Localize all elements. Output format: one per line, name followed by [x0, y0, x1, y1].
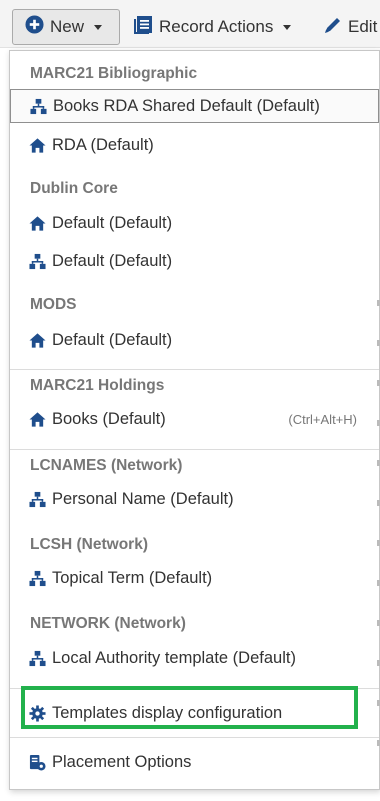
group-header-dublin-core: Dublin Core: [30, 180, 118, 197]
group-header-mods: MODS: [30, 296, 77, 313]
home-icon: [29, 411, 46, 427]
menu-item-label: Books (Default): [52, 409, 166, 428]
new-record-dropdown: MARC21 Bibliographic Books RDA Shared De…: [9, 50, 380, 790]
menu-item-dublin-core-default-network[interactable]: Default (Default): [10, 244, 379, 278]
menu-item-label: Books RDA Shared Default (Default): [53, 96, 320, 115]
menu-item-label: Personal Name (Default): [52, 489, 234, 508]
toolbar: New Record Actions Edit: [0, 0, 380, 48]
home-icon: [29, 332, 46, 348]
menu-item-label: RDA (Default): [52, 135, 154, 154]
home-icon: [29, 215, 46, 231]
record-actions-label: Record Actions: [159, 17, 274, 36]
placement-icon: [29, 754, 46, 771]
menu-item-books-rda-shared[interactable]: Books RDA Shared Default (Default): [10, 89, 379, 123]
group-header-marc21-bibliographic: MARC21 Bibliographic: [30, 65, 198, 82]
network-icon: [29, 650, 46, 666]
menu-item-books-holdings[interactable]: Books (Default) (Ctrl+Alt+H): [10, 402, 379, 436]
menu-item-rda[interactable]: RDA (Default): [10, 128, 379, 162]
gear-icon: [29, 704, 46, 722]
chevron-down-icon: [94, 24, 103, 30]
menu-item-dublin-core-default-home[interactable]: Default (Default): [10, 206, 379, 240]
group-header-network: NETWORK (Network): [30, 615, 186, 632]
menu-item-mods-default[interactable]: Default (Default): [10, 323, 379, 357]
menu-item-topical-term[interactable]: Topical Term (Default): [10, 561, 379, 595]
group-header-lcsh: LCSH (Network): [30, 536, 148, 553]
menu-item-local-authority-template[interactable]: Local Authority template (Default): [10, 641, 379, 675]
pencil-icon: [324, 16, 342, 39]
network-icon: [29, 253, 46, 269]
menu-item-label: Default (Default): [52, 330, 173, 349]
chevron-down-icon: [283, 24, 292, 30]
group-header-marc21-holdings: MARC21 Holdings: [30, 377, 165, 394]
network-icon: [29, 570, 46, 586]
plus-circle-icon: [25, 15, 44, 39]
records-icon: [133, 15, 153, 39]
edit-button-label: Edit: [348, 17, 378, 36]
placement-options-item[interactable]: Placement Options: [10, 745, 379, 779]
edit-button[interactable]: Edit: [324, 9, 377, 45]
menu-item-label: Placement Options: [52, 752, 192, 771]
keyboard-shortcut: (Ctrl+Alt+H): [288, 411, 357, 427]
network-icon: [29, 491, 46, 507]
menu-item-personal-name[interactable]: Personal Name (Default): [10, 482, 379, 516]
templates-display-configuration-item[interactable]: Templates display configuration: [10, 696, 379, 730]
network-icon: [30, 98, 47, 114]
record-actions-button[interactable]: Record Actions: [133, 9, 292, 45]
menu-item-label: Local Authority template (Default): [52, 648, 296, 667]
new-button-label: New: [50, 17, 85, 36]
group-header-lcnames: LCNAMES (Network): [30, 457, 183, 474]
menu-item-label: Default (Default): [52, 251, 173, 270]
menu-divider: [10, 449, 379, 450]
menu-item-label: Templates display configuration: [52, 703, 283, 722]
menu-divider: [10, 737, 379, 738]
menu-item-label: Topical Term (Default): [52, 568, 213, 587]
home-icon: [29, 137, 46, 153]
new-button[interactable]: New: [12, 9, 120, 45]
menu-item-label: Default (Default): [52, 213, 173, 232]
menu-divider: [10, 369, 379, 370]
